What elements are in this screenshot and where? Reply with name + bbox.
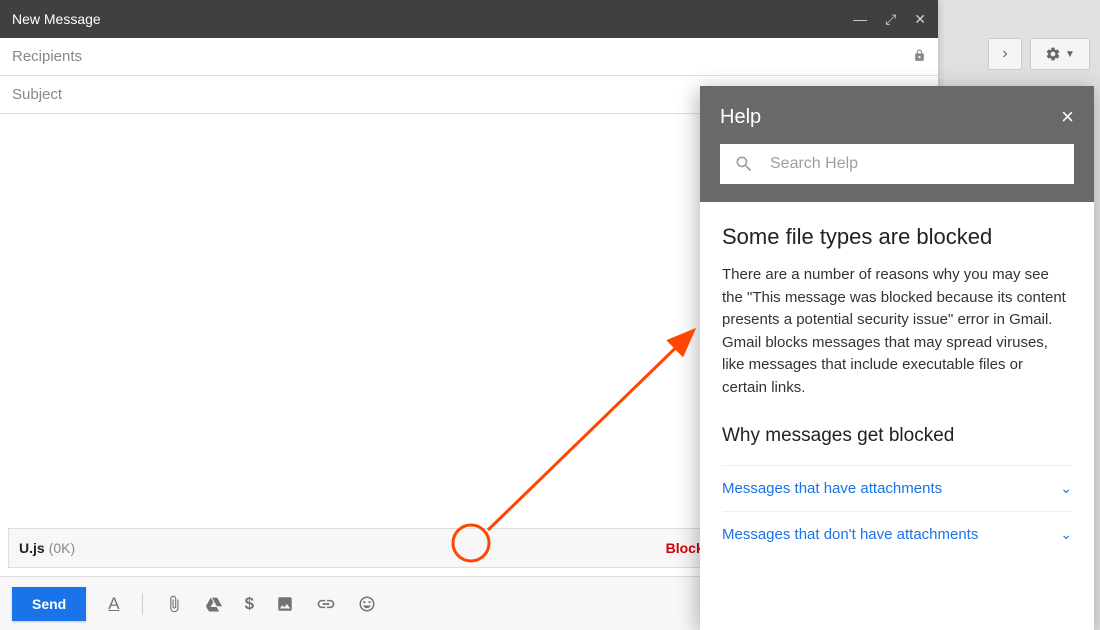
help-expand-item-no-attachments[interactable]: Messages that don't have attachments ⌄ xyxy=(722,511,1072,557)
settings-gear-button[interactable]: ▼ xyxy=(1030,38,1090,70)
attach-file-icon[interactable] xyxy=(165,595,183,613)
compose-window-controls: — ⤢ ✕ xyxy=(853,11,926,28)
help-search[interactable] xyxy=(720,144,1074,184)
compose-title: New Message xyxy=(12,11,101,27)
help-expand-item-attachments[interactable]: Messages that have attachments ⌄ xyxy=(722,465,1072,511)
close-icon[interactable]: ✕ xyxy=(914,11,926,28)
minimize-icon[interactable]: — xyxy=(853,11,867,27)
help-search-input[interactable] xyxy=(770,155,1060,173)
help-body: Some file types are blocked There are a … xyxy=(700,202,1094,630)
send-button[interactable]: Send xyxy=(12,587,86,621)
help-panel: Help × Some file types are blocked There… xyxy=(700,86,1094,630)
help-header: Help × xyxy=(700,86,1094,202)
toolbar-divider xyxy=(142,593,143,615)
attachment-name: U.js xyxy=(19,540,45,556)
compose-header[interactable]: New Message — ⤢ ✕ xyxy=(0,0,938,38)
help-title: Help xyxy=(720,106,761,129)
drive-icon[interactable] xyxy=(205,595,223,613)
help-close-icon[interactable]: × xyxy=(1061,104,1074,130)
help-section-title: Why messages get blocked xyxy=(722,425,1072,447)
chevron-down-icon: ⌄ xyxy=(1060,480,1072,497)
help-article-body: There are a number of reasons why you ma… xyxy=(722,264,1072,399)
nav-next-button[interactable]: › xyxy=(988,38,1022,70)
search-icon xyxy=(734,154,754,174)
image-icon[interactable] xyxy=(276,595,294,613)
help-item-label: Messages that don't have attachments xyxy=(722,526,978,543)
lock-icon xyxy=(913,49,926,65)
recipients-input[interactable] xyxy=(12,48,913,65)
expand-icon[interactable]: ⤢ xyxy=(885,11,896,28)
help-article-title: Some file types are blocked xyxy=(722,224,1072,250)
money-icon[interactable]: $ xyxy=(245,594,254,614)
formatting-icon[interactable]: A xyxy=(108,594,119,614)
chevron-down-icon: ⌄ xyxy=(1060,526,1072,543)
emoji-icon[interactable] xyxy=(358,595,376,613)
link-icon[interactable] xyxy=(316,594,336,614)
recipients-field[interactable] xyxy=(0,38,938,76)
help-item-label: Messages that have attachments xyxy=(722,480,942,497)
attachment-size: (0K) xyxy=(49,540,75,556)
gear-icon xyxy=(1045,46,1061,62)
